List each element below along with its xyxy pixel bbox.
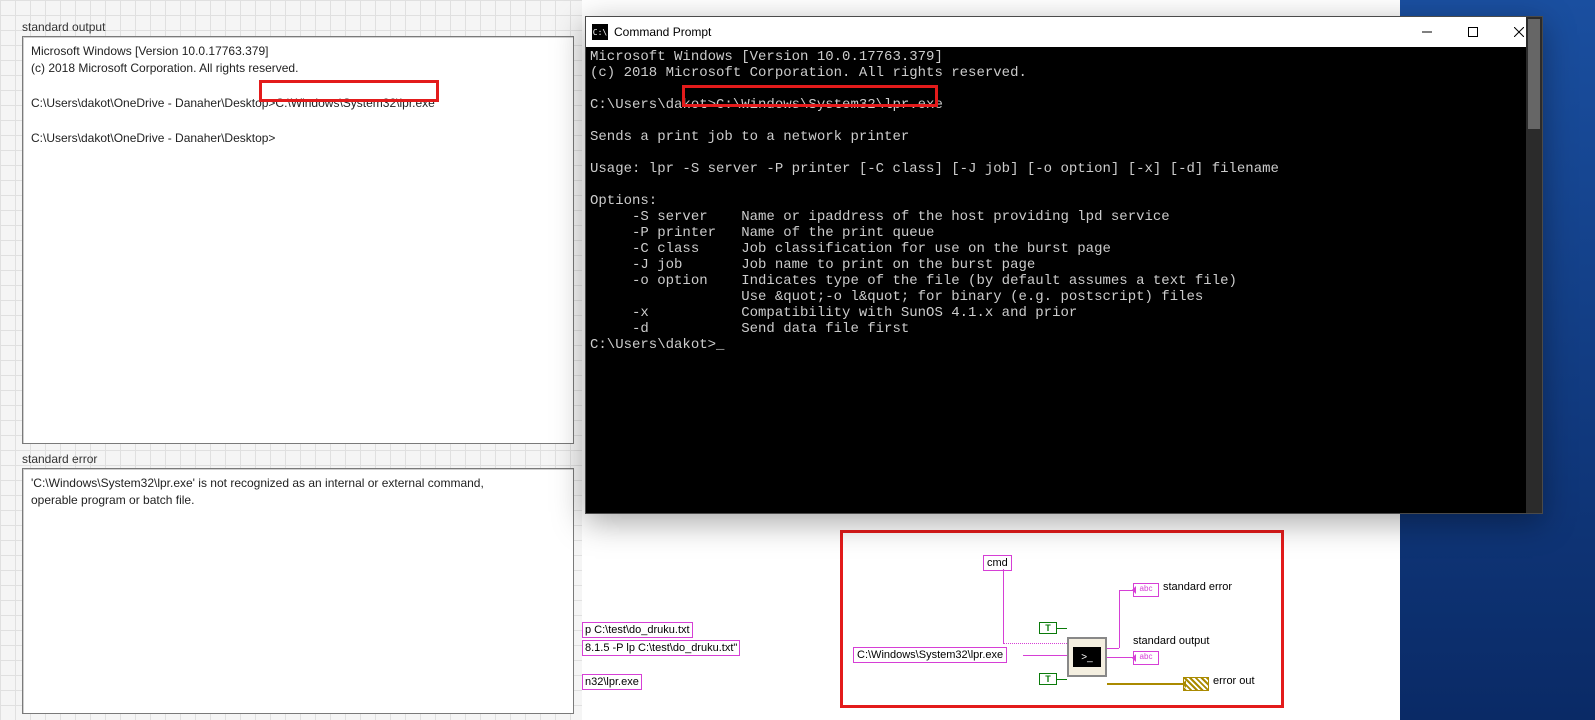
scrollbar-thumb[interactable] <box>1528 19 1540 129</box>
bd-string-fragment-3[interactable]: n32\lpr.exe <box>582 674 642 690</box>
bd-string-lpr-path[interactable]: C:\Windows\System32\lpr.exe <box>853 647 1007 663</box>
bd-indicator-stdout[interactable]: abc <box>1133 651 1159 665</box>
bd-indicator-stderr[interactable]: abc <box>1133 583 1159 597</box>
wire <box>1057 628 1067 629</box>
wire <box>1119 590 1133 591</box>
stderr-indicator[interactable]: 'C:\Windows\System32\lpr.exe' is not rec… <box>22 468 574 714</box>
window-controls <box>1404 17 1542 47</box>
stdout-indicator-label: standard output <box>22 20 105 34</box>
bd-string-cmd[interactable]: cmd <box>983 555 1012 571</box>
command-prompt-window: C:\ Command Prompt Microsoft Windows [Ve… <box>585 16 1543 514</box>
stdout-indicator[interactable]: Microsoft Windows [Version 10.0.17763.37… <box>22 36 574 444</box>
close-icon <box>1514 27 1524 37</box>
command-prompt-body[interactable]: Microsoft Windows [Version 10.0.17763.37… <box>586 47 1542 513</box>
bd-label-errorout: error out <box>1213 675 1255 687</box>
minimize-button[interactable] <box>1404 17 1450 47</box>
command-prompt-scrollbar[interactable] <box>1526 17 1542 513</box>
terminal-icon: >_ <box>1073 647 1101 667</box>
bd-string-fragment-1[interactable]: p C:\test\do_druku.txt <box>582 622 693 638</box>
maximize-icon <box>1468 27 1478 37</box>
wire <box>1003 643 1067 644</box>
minimize-icon <box>1422 27 1432 37</box>
wire <box>1119 590 1120 648</box>
wire <box>1057 679 1067 680</box>
stderr-indicator-label: standard error <box>22 452 97 466</box>
bd-indicator-errorout[interactable] <box>1183 677 1209 691</box>
bd-string-fragment-2[interactable]: 8.1.5 -P lp C:\test\do_druku.txt" <box>582 640 740 656</box>
command-prompt-title-text: Command Prompt <box>614 25 711 39</box>
command-prompt-titlebar[interactable]: C:\ Command Prompt <box>586 17 1542 47</box>
wire <box>1003 569 1004 643</box>
bd-label-stdout: standard output <box>1133 635 1209 647</box>
labview-block-diagram-snippet: cmd C:\Windows\System32\lpr.exe T T >_ a… <box>840 530 1284 708</box>
wire <box>1107 648 1119 649</box>
maximize-button[interactable] <box>1450 17 1496 47</box>
bd-bool-wait[interactable]: T <box>1039 622 1057 634</box>
bd-bool-stdin[interactable]: T <box>1039 673 1057 685</box>
command-prompt-icon: C:\ <box>592 24 608 40</box>
wire-error <box>1107 683 1183 685</box>
bd-label-stderr: standard error <box>1163 581 1232 593</box>
wire <box>1107 657 1133 658</box>
wire <box>1023 655 1067 656</box>
bd-system-exec-node[interactable]: >_ <box>1067 637 1107 677</box>
